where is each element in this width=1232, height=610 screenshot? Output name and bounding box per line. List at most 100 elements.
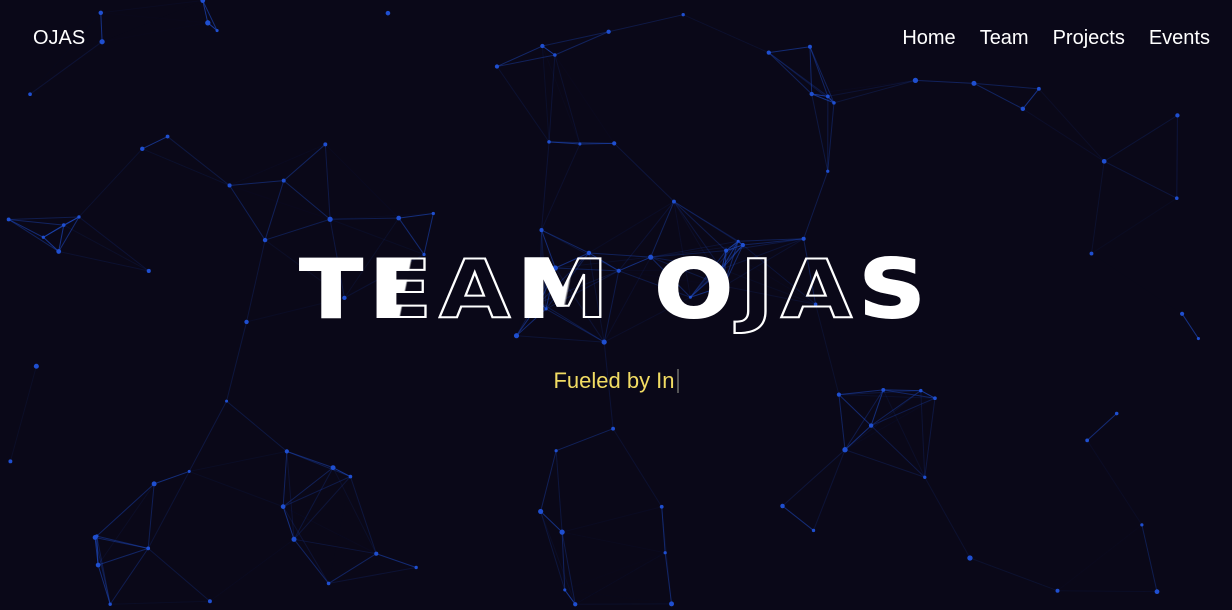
particle-link xyxy=(838,394,872,426)
particle-link xyxy=(286,450,334,469)
particle xyxy=(262,237,268,243)
particle xyxy=(826,169,830,173)
particle xyxy=(554,449,558,453)
hero: TEAM OJAS Fueled by In xyxy=(0,249,1232,394)
particle-link xyxy=(768,52,835,104)
particle-link xyxy=(565,553,665,590)
particle xyxy=(77,215,81,219)
particle xyxy=(6,217,11,222)
nav-home[interactable]: Home xyxy=(902,27,955,50)
particle xyxy=(326,581,331,586)
particle-link xyxy=(833,79,916,104)
hero-subtitle: Fueled by In xyxy=(0,368,1232,394)
particle-link xyxy=(209,538,295,602)
particle-link xyxy=(561,506,662,533)
particle-link xyxy=(924,477,971,559)
particle-link xyxy=(612,428,663,508)
particle xyxy=(538,508,544,515)
particle-link xyxy=(101,13,208,23)
nav-links: Home Team Projects Events xyxy=(902,27,1210,50)
particle xyxy=(385,10,391,16)
particle xyxy=(611,426,616,431)
particle-link xyxy=(870,425,926,478)
particle-link xyxy=(580,144,589,253)
particle xyxy=(766,50,771,55)
particle-link xyxy=(229,180,284,186)
particle-link xyxy=(915,79,974,84)
particle-link xyxy=(188,400,228,472)
brand-logo[interactable]: OJAS xyxy=(33,27,85,50)
nav-events[interactable]: Events xyxy=(1149,27,1210,50)
particle-link xyxy=(1091,197,1178,254)
particle-link xyxy=(109,548,149,605)
particle xyxy=(41,235,45,239)
particle-link xyxy=(1090,161,1105,254)
particle xyxy=(284,449,289,454)
particle-link xyxy=(803,171,829,239)
particle-link xyxy=(844,390,922,451)
particle-link xyxy=(8,216,79,220)
particle xyxy=(573,602,578,607)
nav-team[interactable]: Team xyxy=(980,27,1029,50)
particle xyxy=(431,211,435,216)
particle-link xyxy=(264,180,285,241)
particle-link xyxy=(844,449,925,478)
particle xyxy=(659,504,664,509)
particle-link xyxy=(924,398,936,478)
particle xyxy=(291,536,297,542)
particle-link xyxy=(782,449,846,507)
particle-link xyxy=(142,136,168,150)
particle xyxy=(563,588,567,592)
particle-link xyxy=(768,52,813,95)
particle-link xyxy=(1086,440,1143,526)
particle-link xyxy=(30,13,101,94)
particle xyxy=(825,94,830,99)
particle xyxy=(1154,589,1160,595)
particle xyxy=(612,141,617,146)
particle-link xyxy=(329,477,351,584)
particle-link xyxy=(230,185,331,219)
particle xyxy=(227,183,232,188)
particle-link xyxy=(110,600,210,605)
particle-link xyxy=(664,552,673,604)
particle xyxy=(494,64,500,69)
particle-link xyxy=(496,66,550,143)
particle xyxy=(280,504,286,509)
particle xyxy=(330,465,336,471)
particle xyxy=(671,199,676,204)
particle-link xyxy=(286,451,295,540)
particle xyxy=(281,178,286,183)
particle xyxy=(801,236,806,241)
particle-link xyxy=(555,55,614,143)
particle xyxy=(187,469,191,473)
particle-link xyxy=(969,557,1058,592)
title-letter: S xyxy=(858,243,933,336)
particle xyxy=(1101,158,1107,164)
particle xyxy=(98,10,104,16)
particle xyxy=(225,399,229,403)
particle xyxy=(971,80,977,86)
particle-link xyxy=(555,450,563,533)
title-letter: J xyxy=(739,243,781,336)
title-letter: T xyxy=(299,243,370,336)
particle-link xyxy=(1103,160,1178,199)
particle-link xyxy=(613,143,675,202)
particle xyxy=(868,423,874,428)
title-letter: E xyxy=(368,243,440,336)
navbar: OJAS Home Team Projects Events xyxy=(33,27,1210,50)
particle xyxy=(832,101,836,105)
particle-link xyxy=(189,450,287,472)
particle-link xyxy=(189,470,284,508)
particle xyxy=(1020,106,1026,112)
particle xyxy=(1175,113,1180,118)
particle-link xyxy=(147,548,211,602)
typed-text: Fueled by In xyxy=(553,368,675,393)
particle-link xyxy=(229,185,266,241)
particle-link xyxy=(226,400,288,452)
particle-link xyxy=(332,467,377,554)
particle xyxy=(95,562,101,568)
nav-projects[interactable]: Projects xyxy=(1053,27,1125,50)
particle-link xyxy=(94,483,155,538)
particle-link xyxy=(1057,590,1158,593)
particle-link xyxy=(554,54,581,145)
